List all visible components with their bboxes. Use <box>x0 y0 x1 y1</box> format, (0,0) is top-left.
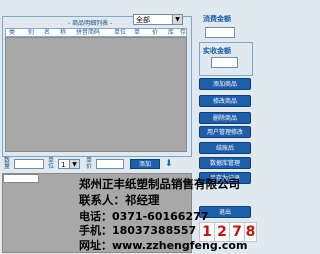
column-header[interactable]: 存 <box>180 29 186 37</box>
add-product-button[interactable]: 添加商品 <box>199 78 251 90</box>
price-field[interactable] <box>96 159 124 169</box>
category-filter-select[interactable]: 全部 ▼ <box>133 14 183 25</box>
column-header[interactable]: 价 <box>152 29 158 37</box>
column-header[interactable]: 库 <box>168 29 174 37</box>
database-manage-button[interactable]: 数据库管理 <box>199 157 251 169</box>
column-header[interactable]: 名 <box>44 29 50 37</box>
actual-amount-label: 实收金额 <box>203 47 231 55</box>
checkout-button[interactable]: 结账后 <box>199 142 251 154</box>
digit-box: 2 <box>214 222 230 242</box>
column-header[interactable]: 单 <box>134 29 140 37</box>
quantity-label: 数量 <box>4 157 11 170</box>
product-list-title: - 商品明细列表 - <box>68 20 113 27</box>
product-table-body[interactable] <box>5 37 187 152</box>
unit-select-value: 1 <box>61 161 66 169</box>
add-item-button[interactable]: 添加 <box>130 159 160 169</box>
column-header[interactable]: 拼音简码 <box>76 29 100 37</box>
quantity-field[interactable] <box>14 159 44 169</box>
digit-box: 8 <box>244 222 257 242</box>
actual-amount-field[interactable] <box>211 57 238 68</box>
arrow-down-icon[interactable]: ⬇ <box>165 159 173 169</box>
column-header[interactable]: 类 <box>9 29 15 37</box>
category-filter-value: 全部 <box>136 16 150 24</box>
price-label: 单价 <box>86 157 93 170</box>
digit-box: 7 <box>229 222 245 242</box>
bill-list-header <box>3 174 39 183</box>
digit-box: 1 <box>199 222 215 242</box>
unit-label: 单位 <box>48 157 55 170</box>
contact-person-text: 联系人：祁经理 <box>79 193 160 207</box>
chevron-down-icon[interactable]: ▼ <box>172 15 182 24</box>
chevron-down-icon[interactable]: ▼ <box>69 160 79 168</box>
consume-amount-field <box>205 27 235 38</box>
company-name-text: 郑州正丰纸塑制品销售有限公司 <box>79 177 240 191</box>
column-header[interactable]: 称 <box>60 29 66 37</box>
delete-product-button[interactable]: 删除商品 <box>199 112 251 124</box>
product-table-header: 类 别 名 称 拼音简码 单位 单 价 库 存 <box>5 28 187 37</box>
column-header[interactable]: 别 <box>28 29 34 37</box>
unit-select[interactable]: 1 ▼ <box>58 159 80 169</box>
edit-product-button[interactable]: 修改商品 <box>199 95 251 107</box>
column-header[interactable]: 单位 <box>114 29 126 37</box>
mobile-text: 手机：18037388557 <box>79 224 197 237</box>
user-management-button[interactable]: 用户管理修改 <box>199 126 251 138</box>
consume-amount-label: 消费金额 <box>203 15 231 23</box>
